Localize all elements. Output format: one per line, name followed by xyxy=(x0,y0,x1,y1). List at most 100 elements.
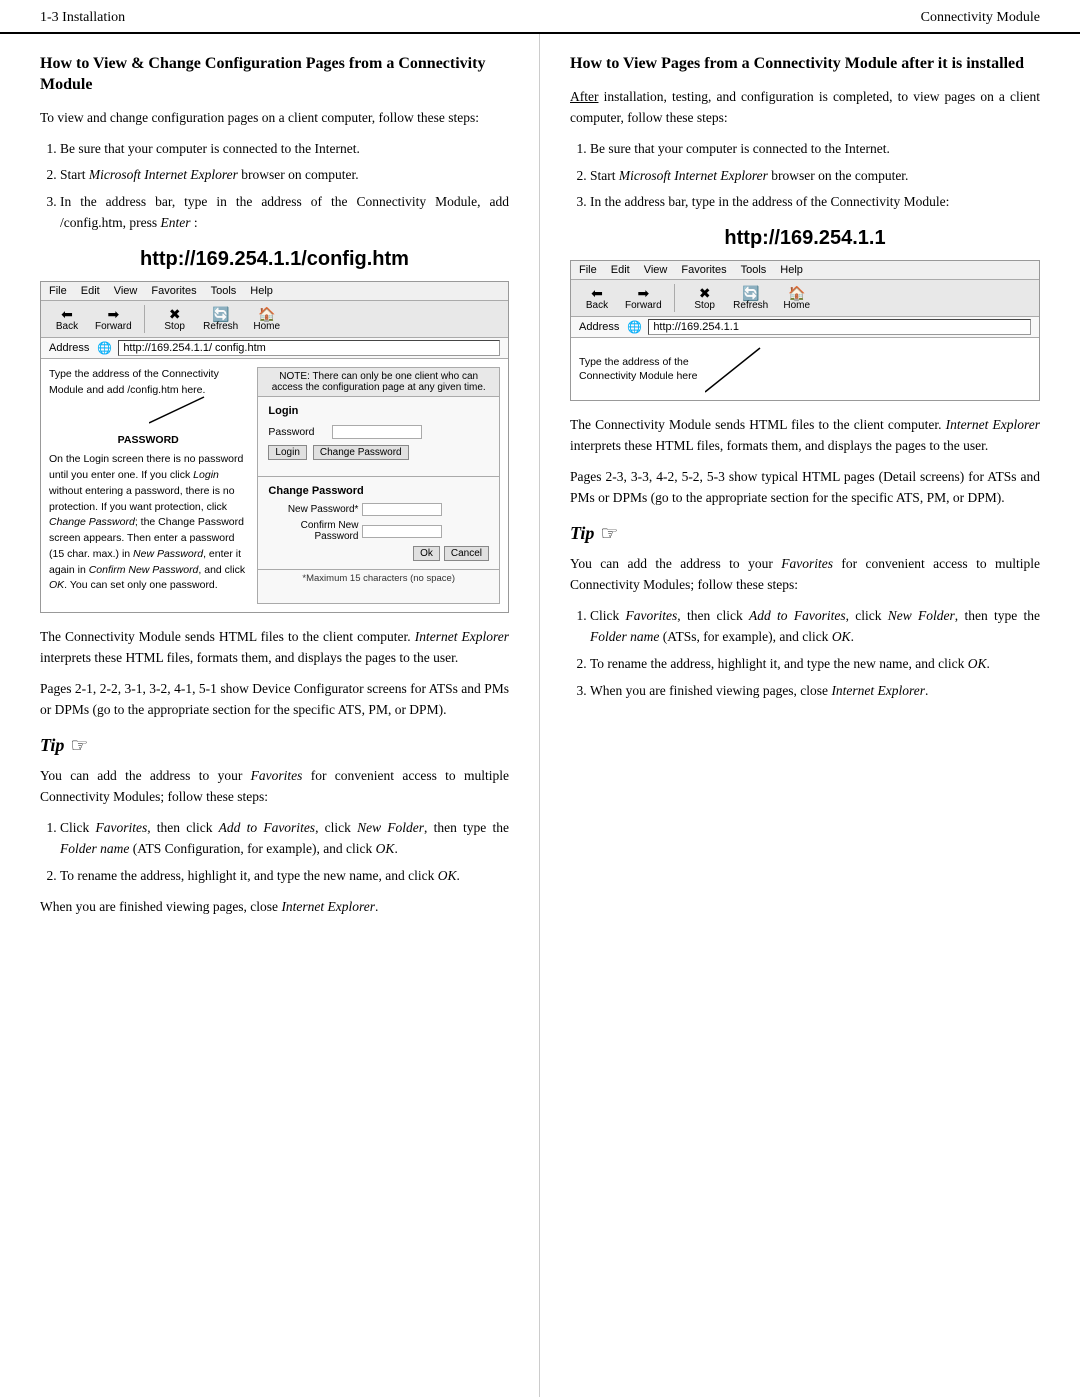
home-button[interactable]: 🏠 Home xyxy=(249,307,285,332)
page-header: 1-3 Installation Connectivity Module xyxy=(0,0,1080,34)
menu-view-r[interactable]: View xyxy=(644,264,668,276)
content-area: How to View & Change Configuration Pages… xyxy=(0,34,1080,1397)
tip-steps-right: Click Favorites, then click Add to Favor… xyxy=(590,606,1040,702)
new-password-input[interactable] xyxy=(362,503,442,516)
left-heading: How to View & Change Configuration Pages… xyxy=(40,54,509,96)
login-heading: Login xyxy=(268,405,489,417)
tip-icon-right: ☞ xyxy=(600,521,618,546)
browser-caption-right: Type the address of theConnectivity Modu… xyxy=(579,355,697,384)
address-label-left: Address xyxy=(49,342,89,354)
left-step-1: Be sure that your computer is connected … xyxy=(60,139,509,160)
left-final-para: When you are finished viewing pages, clo… xyxy=(40,897,509,918)
back-button-r[interactable]: ⬅ Back xyxy=(579,286,615,311)
change-pw-buttons: Ok Cancel xyxy=(268,546,489,561)
address-icon-left: 🌐 xyxy=(97,341,112,355)
left-para2: Pages 2-1, 2-2, 3-1, 3-2, 4-1, 5-1 show … xyxy=(40,679,509,721)
address-label-right: Address xyxy=(579,321,619,333)
tip-heading-right: Tip ☞ xyxy=(570,521,1040,546)
menu-view[interactable]: View xyxy=(114,285,138,297)
address-field-right[interactable]: http://169.254.1.1 xyxy=(648,319,1031,335)
left-step-3: In the address bar, type in the address … xyxy=(60,192,509,234)
tip-step-left-1: Click Favorites, then click Add to Favor… xyxy=(60,818,509,860)
address-field-left[interactable]: http://169.254.1.1/ config.htm xyxy=(118,340,500,356)
change-pw-heading: Change Password xyxy=(268,485,489,497)
right-para2: Pages 2-3, 3-3, 4-2, 5-2, 5-3 show typic… xyxy=(570,467,1040,509)
menu-edit[interactable]: Edit xyxy=(81,285,100,297)
menu-file-r[interactable]: File xyxy=(579,264,597,276)
arrow-line-right xyxy=(705,344,765,394)
confirm-password-row: Confirm New Password xyxy=(268,520,489,542)
cancel-button[interactable]: Cancel xyxy=(444,546,489,561)
home-button-r[interactable]: 🏠 Home xyxy=(779,286,815,311)
tip-step-right-3: When you are finished viewing pages, clo… xyxy=(590,681,1040,702)
right-steps-list: Be sure that your computer is connected … xyxy=(590,139,1040,214)
note-bar: NOTE: There can only be one client who c… xyxy=(258,368,499,397)
refresh-button-r[interactable]: 🔄 Refresh xyxy=(733,286,769,311)
forward-button[interactable]: ➡ Forward xyxy=(95,307,132,332)
stop-button[interactable]: ✖ Stop xyxy=(157,307,193,332)
menu-favorites-r[interactable]: Favorites xyxy=(681,264,726,276)
tip-para-right: You can add the address to your Favorite… xyxy=(570,554,1040,596)
arrow-line-left xyxy=(149,395,209,425)
left-url: http://169.254.1.1/config.htm xyxy=(40,248,509,271)
login-button[interactable]: Login xyxy=(268,445,306,460)
login-buttons: Login Change Password xyxy=(268,445,489,460)
login-panel: Login Password Login Change Password xyxy=(258,397,499,468)
menu-tools-r[interactable]: Tools xyxy=(741,264,767,276)
right-step-1: Be sure that your computer is connected … xyxy=(590,139,1040,160)
ok-button[interactable]: Ok xyxy=(413,546,440,561)
menu-tools[interactable]: Tools xyxy=(211,285,237,297)
back-icon: ⬅ xyxy=(61,307,73,321)
browser-toolbar-right: ⬅ Back ➡ Forward ✖ Stop 🔄 Refresh xyxy=(571,280,1039,317)
browser-mockup-left: File Edit View Favorites Tools Help ⬅ Ba… xyxy=(40,281,509,613)
tip-heading-left: Tip ☞ xyxy=(40,733,509,758)
forward-button-r[interactable]: ➡ Forward xyxy=(625,286,662,311)
refresh-icon: 🔄 xyxy=(212,307,229,321)
browser-address-right: Address 🌐 http://169.254.1.1 xyxy=(571,317,1039,338)
tip-step-right-1: Click Favorites, then click Add to Favor… xyxy=(590,606,1040,648)
right-step-2: Start Microsoft Internet Explorer browse… xyxy=(590,166,1040,187)
right-heading: How to View Pages from a Connectivity Mo… xyxy=(570,54,1040,75)
toolbar-separator-1 xyxy=(144,305,145,333)
change-password-button[interactable]: Change Password xyxy=(313,445,409,460)
change-password-section: Change Password New Password* Confirm Ne… xyxy=(258,485,499,569)
left-para1: The Connectivity Module sends HTML files… xyxy=(40,627,509,669)
home-icon-r: 🏠 xyxy=(788,286,805,300)
confirm-password-label: Confirm New Password xyxy=(268,520,358,542)
browser-mockup-right: File Edit View Favorites Tools Help ⬅ Ba… xyxy=(570,260,1040,401)
tip-word-left: Tip xyxy=(40,735,64,756)
right-para1: The Connectivity Module sends HTML files… xyxy=(570,415,1040,457)
home-icon: 🏠 xyxy=(258,307,275,321)
back-icon-r: ⬅ xyxy=(591,286,603,300)
password-input[interactable] xyxy=(332,425,422,439)
browser-address-left: Address 🌐 http://169.254.1.1/ config.htm xyxy=(41,338,508,359)
confirm-password-input[interactable] xyxy=(362,525,442,538)
toolbar-separator-r xyxy=(674,284,675,312)
browser-body-right: Type the address of theConnectivity Modu… xyxy=(571,338,1039,400)
right-step-3: In the address bar, type in the address … xyxy=(590,192,1040,213)
password-section: PASSWORD On the Login screen there is no… xyxy=(49,433,247,595)
forward-icon: ➡ xyxy=(107,307,119,321)
left-step-2: Start Microsoft Internet Explorer browse… xyxy=(60,165,509,186)
tip-word-right: Tip xyxy=(570,523,594,544)
stop-icon: ✖ xyxy=(169,307,181,321)
divider xyxy=(258,476,499,477)
right-url: http://169.254.1.1 xyxy=(570,227,1040,250)
refresh-icon-r: 🔄 xyxy=(742,286,759,300)
menu-file[interactable]: File xyxy=(49,285,67,297)
new-password-label: New Password* xyxy=(268,504,358,515)
stop-icon-r: ✖ xyxy=(699,286,711,300)
tip-step-right-2: To rename the address, highlight it, and… xyxy=(590,654,1040,675)
stop-button-r[interactable]: ✖ Stop xyxy=(687,286,723,311)
tip-step-left-2: To rename the address, highlight it, and… xyxy=(60,866,509,887)
new-password-row: New Password* xyxy=(268,503,489,516)
left-steps-list: Be sure that your computer is connected … xyxy=(60,139,509,235)
menu-edit-r[interactable]: Edit xyxy=(611,264,630,276)
tip-icon-left: ☞ xyxy=(70,733,88,758)
menu-help[interactable]: Help xyxy=(250,285,273,297)
forward-icon-r: ➡ xyxy=(637,286,649,300)
menu-favorites[interactable]: Favorites xyxy=(151,285,196,297)
back-button[interactable]: ⬅ Back xyxy=(49,307,85,332)
menu-help-r[interactable]: Help xyxy=(780,264,803,276)
refresh-button[interactable]: 🔄 Refresh xyxy=(203,307,239,332)
